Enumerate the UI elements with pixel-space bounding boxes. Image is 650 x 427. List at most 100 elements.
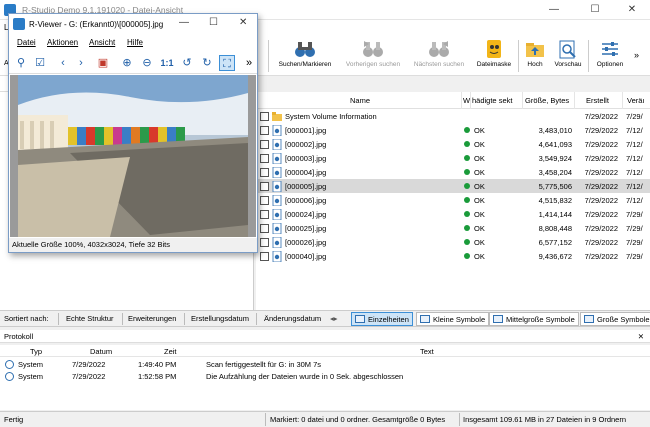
toolbar-overflow-button[interactable]: » — [634, 50, 639, 60]
row-checkbox[interactable] — [260, 224, 269, 233]
search-mark-button[interactable]: Suchen/Markieren — [272, 38, 338, 74]
file-changed: 7/12/ — [626, 154, 643, 163]
file-row[interactable]: [000024].jpg OK 1,414,144 7/29/2022 7/29/ — [256, 207, 650, 221]
options-label: Optionen — [596, 61, 624, 68]
column-damaged-sectors[interactable]: hädigte sekt — [472, 96, 512, 105]
search-next-label: Nächsten suchen — [413, 61, 465, 68]
viewer-back-icon[interactable]: ‹ — [55, 55, 71, 71]
file-row[interactable]: [000001].jpg OK 3,483,010 7/29/2022 7/12/ — [256, 123, 650, 137]
row-checkbox[interactable] — [260, 238, 269, 247]
viewer-toolbar: ⚲ ☑ ‹ › ▣ ⊕ ⊖ 1:1 ↺ ↻ ⛶ » — [9, 52, 257, 74]
log-col-text[interactable]: Text — [420, 347, 434, 356]
row-checkbox[interactable] — [260, 126, 269, 135]
options-button[interactable]: Optionen — [592, 38, 628, 74]
log-zeit: 1:52:58 PM — [138, 372, 177, 381]
row-checkbox[interactable] — [260, 154, 269, 163]
minimize-button[interactable]: — — [536, 0, 572, 20]
image-file-icon — [272, 237, 282, 248]
view-small-icons-button[interactable]: Kleine Symbole — [416, 312, 490, 326]
viewer-maximize-button[interactable]: ☐ — [209, 17, 218, 28]
column-size[interactable]: Größe, Bytes — [525, 96, 569, 105]
tab-creation-date[interactable]: Erstellungsdatum — [191, 314, 249, 323]
tab-real-structure[interactable]: Echte Struktur — [66, 314, 114, 323]
viewer-toolbar-overflow[interactable]: » — [241, 55, 257, 71]
search-next-button[interactable]: Nächsten suchen — [408, 38, 470, 74]
view-large-icons-button[interactable]: Große Symbole — [580, 312, 650, 326]
viewer-forward-icon[interactable]: › — [73, 55, 89, 71]
viewer-title-bar[interactable]: R-Viewer - G: (Erkannt0)\[000005].jpg — … — [9, 14, 257, 34]
viewer-search-icon[interactable]: ⚲ — [13, 55, 29, 71]
row-checkbox[interactable] — [260, 182, 269, 191]
row-checkbox[interactable] — [260, 196, 269, 205]
viewer-menu-view[interactable]: Ansicht — [89, 38, 115, 47]
file-name: System Volume Information — [285, 112, 377, 121]
column-divider[interactable] — [461, 92, 462, 109]
viewer-title: R-Viewer - G: (Erkannt0)\[000005].jpg — [29, 20, 164, 29]
file-row[interactable]: [000002].jpg OK 4,641,093 7/29/2022 7/12/ — [256, 137, 650, 151]
viewer-menu-actions[interactable]: Aktionen — [47, 38, 78, 47]
log-row[interactable]: System 7/29/2022 1:49:40 PM Scan fertigg… — [0, 359, 650, 370]
file-status: OK — [474, 182, 485, 191]
file-changed: 7/12/ — [626, 196, 643, 205]
row-checkbox[interactable] — [260, 210, 269, 219]
status-divider — [265, 413, 266, 426]
viewer-gallery-icon[interactable]: ▣ — [95, 55, 111, 71]
file-changed: 7/12/ — [626, 140, 643, 149]
viewer-rotate-right-icon[interactable]: ↻ — [199, 55, 215, 71]
viewer-checkbox-icon[interactable]: ☑ — [32, 55, 48, 71]
view-medium-icons-button[interactable]: Mittelgroße Symbole — [489, 312, 579, 326]
column-created[interactable]: Erstellt — [586, 96, 609, 105]
row-checkbox[interactable] — [260, 252, 269, 261]
r-viewer-window[interactable]: R-Viewer - G: (Erkannt0)\[000005].jpg — … — [8, 13, 258, 253]
viewer-zoom-out-icon[interactable]: ⊖ — [139, 55, 155, 71]
up-button[interactable]: Hoch — [521, 38, 549, 74]
binoculars-prev-icon — [363, 41, 383, 57]
tab-modification-date[interactable]: Änderungsdatum — [264, 314, 321, 323]
column-changed[interactable]: Veräı — [627, 96, 645, 105]
maximize-button[interactable]: ☐ — [577, 0, 613, 20]
file-row[interactable]: [000040].jpg OK 9,436,672 7/29/2022 7/29/ — [256, 249, 650, 263]
viewer-close-button[interactable]: ✕ — [239, 17, 247, 28]
viewer-fit-window-icon[interactable]: ⛶ — [219, 55, 235, 71]
viewer-rotate-left-icon[interactable]: ↺ — [179, 55, 195, 71]
tabs-scroll-arrows[interactable]: ◂▸ — [330, 314, 338, 323]
viewer-image-area[interactable] — [10, 75, 256, 237]
viewer-menu-file[interactable]: Datei — [17, 38, 36, 47]
row-checkbox[interactable] — [260, 168, 269, 177]
search-previous-button[interactable]: Vorherigen suchen — [340, 38, 406, 74]
close-button[interactable]: ✕ — [614, 0, 650, 20]
file-size: 3,483,010 — [538, 126, 572, 135]
file-row[interactable]: [000003].jpg OK 3,549,924 7/29/2022 7/12/ — [256, 151, 650, 165]
tab-extensions[interactable]: Erweiterungen — [128, 314, 176, 323]
viewer-minimize-button[interactable]: — — [179, 17, 189, 28]
row-checkbox[interactable] — [260, 112, 269, 121]
view-details-button[interactable]: Einzelheiten — [351, 312, 413, 326]
file-row[interactable]: [000004].jpg OK 3,458,204 7/29/2022 7/12/ — [256, 165, 650, 179]
image-file-icon — [272, 181, 282, 192]
image-file-icon — [272, 167, 282, 178]
file-row[interactable]: [000026].jpg OK 6,577,152 7/29/2022 7/29/ — [256, 235, 650, 249]
log-col-zeit[interactable]: Zeit — [164, 347, 177, 356]
file-row[interactable]: [000006].jpg OK 4,515,832 7/29/2022 7/12/ — [256, 193, 650, 207]
column-divider[interactable] — [574, 92, 575, 109]
file-row[interactable]: System Volume Information 7/29/2022 7/29/ — [256, 109, 650, 123]
file-mask-button[interactable]: Dateimaske — [472, 38, 516, 74]
viewer-actual-size-icon[interactable]: 1:1 — [159, 55, 175, 71]
file-row[interactable]: [000025].jpg OK 8,808,448 7/29/2022 7/29/ — [256, 221, 650, 235]
log-close-icon[interactable]: ✕ — [638, 332, 644, 341]
file-row[interactable]: [000005].jpg OK 5,775,506 7/29/2022 7/12/ — [256, 179, 650, 193]
column-divider[interactable] — [522, 92, 523, 109]
viewer-menu-help[interactable]: Hilfe — [127, 38, 143, 47]
column-divider[interactable] — [470, 92, 471, 109]
column-name[interactable]: Name — [350, 96, 370, 105]
status-ok-dot — [464, 225, 470, 231]
viewer-zoom-in-icon[interactable]: ⊕ — [119, 55, 135, 71]
preview-button[interactable]: Vorschau — [551, 38, 585, 74]
log-col-typ[interactable]: Typ — [30, 347, 42, 356]
log-row[interactable]: System 7/29/2022 1:52:58 PM Die Aufzählu… — [0, 371, 650, 382]
file-changed: 7/29/ — [626, 252, 643, 261]
log-table-header: Typ Datum Zeit Text — [0, 345, 650, 357]
row-checkbox[interactable] — [260, 140, 269, 149]
column-divider[interactable] — [622, 92, 623, 109]
log-col-datum[interactable]: Datum — [90, 347, 112, 356]
